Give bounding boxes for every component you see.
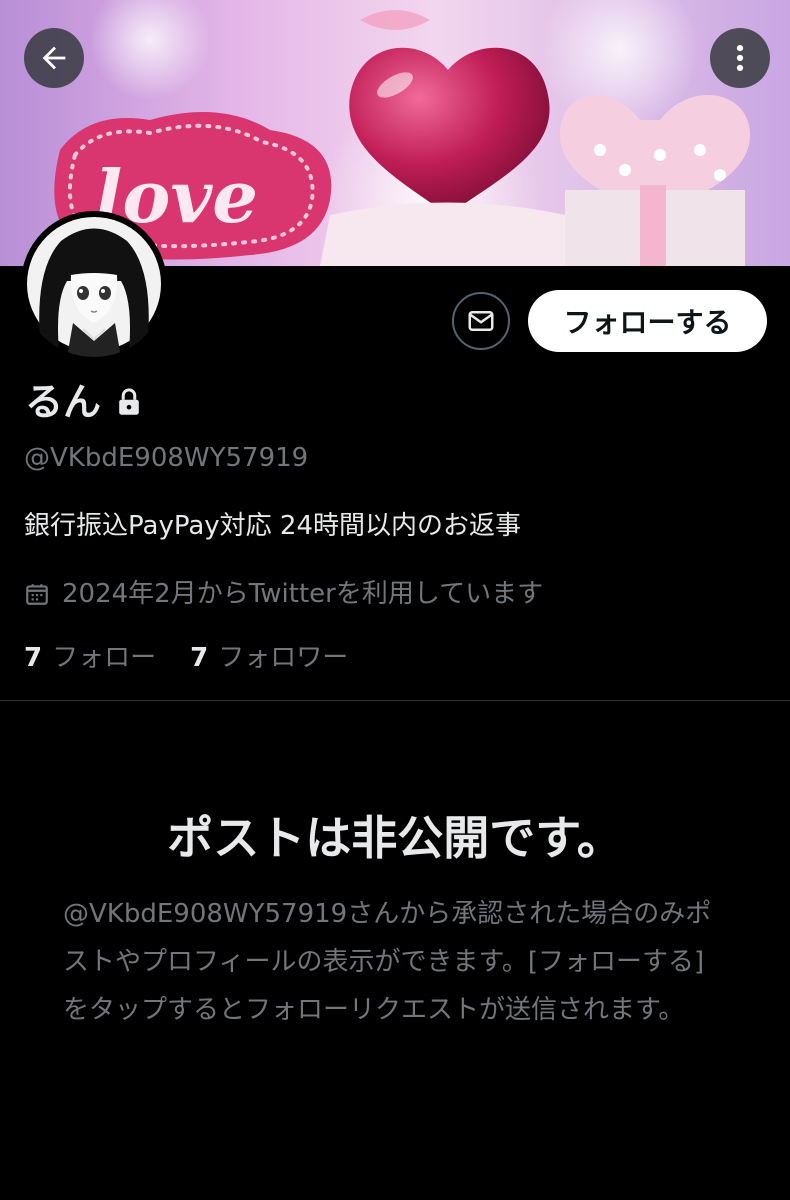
message-button[interactable]	[452, 292, 510, 350]
profile-bio: 銀行振込PayPay対応 24時間以内のお返事	[24, 511, 522, 541]
lock-icon	[115, 387, 143, 417]
followers-label: フォロワー	[218, 643, 349, 673]
display-name: るん	[25, 380, 102, 424]
more-button[interactable]	[710, 28, 770, 88]
following-count: 7	[24, 643, 43, 673]
following-label: フォロー	[52, 643, 157, 673]
joined-date-text: 2024年2月からTwitterを利用しています	[62, 579, 544, 609]
protected-title: ポストは非公開です。	[167, 811, 623, 865]
followers-count: 7	[190, 643, 209, 673]
divider	[0, 700, 790, 701]
followers-link[interactable]: 7 フォロワー	[190, 640, 348, 676]
follow-counts: 7 フォロー 7 フォロワー	[24, 640, 348, 676]
display-name-row: るん	[25, 377, 143, 427]
more-vertical-icon	[736, 44, 744, 72]
avatar[interactable]	[21, 211, 167, 357]
envelope-icon	[468, 311, 494, 331]
joined-date-row: 2024年2月からTwitterを利用しています	[24, 576, 543, 612]
calendar-icon	[24, 581, 50, 607]
protected-description: @VKbdE908WY57919さんから承認された場合のみポストやプロフィールの…	[63, 899, 712, 1025]
user-handle: @VKbdE908WY57919	[24, 443, 309, 473]
following-link[interactable]: 7 フォロー	[24, 640, 156, 676]
back-button[interactable]	[24, 28, 84, 88]
avatar-image	[21, 211, 167, 357]
follow-button[interactable]: フォローする	[528, 290, 767, 352]
arrow-left-icon	[42, 46, 66, 70]
